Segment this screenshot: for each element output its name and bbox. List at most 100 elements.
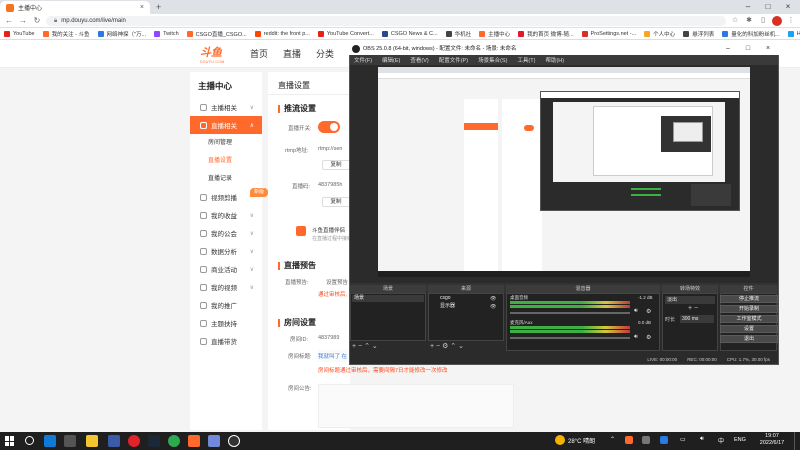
new-tab-button[interactable]: + — [156, 2, 161, 12]
tray-chevron-icon[interactable]: ⌃ — [610, 436, 615, 443]
minimize-icon[interactable]: – — [738, 1, 758, 13]
obs-minimize-icon[interactable]: – — [718, 43, 738, 55]
stop-streaming-button[interactable]: 停止推流 — [720, 295, 778, 303]
bookmark-item[interactable]: 网络神探（"万... — [97, 30, 146, 38]
mic-volume-slider[interactable] — [510, 337, 630, 339]
promo-title[interactable]: 斗鱼直播伴侣 — [312, 226, 345, 234]
sidebar-item[interactable]: 我的推广 — [190, 296, 262, 314]
bookmark-item[interactable]: 量化的科加粉丝机... — [722, 30, 780, 38]
bookmark-item[interactable]: YouTube — [4, 30, 35, 37]
forward-icon[interactable]: → — [18, 15, 28, 27]
sidebar-item[interactable]: 商业活动 ∨ — [190, 260, 262, 278]
sidebar-item[interactable]: 数据分析 ∨ — [190, 242, 262, 260]
window-close-icon[interactable]: × — [778, 1, 798, 13]
bookmark-item[interactable]: 我的首页 微博-随... — [518, 30, 574, 38]
edge-icon[interactable] — [44, 435, 56, 447]
copy-code-button[interactable]: 复制 — [322, 197, 350, 207]
network-icon[interactable]: ▭ — [680, 436, 686, 443]
stream-code-value[interactable]: 4837985h — [318, 182, 342, 188]
sidebar-item[interactable]: 我的视频 ∨ — [190, 278, 262, 296]
obs-maximize-icon[interactable]: □ — [738, 43, 758, 55]
file-explorer-icon[interactable] — [86, 435, 98, 447]
visibility-eye-icon-2[interactable]: 👁︎ — [490, 304, 496, 310]
visibility-eye-icon[interactable]: 👁︎ — [490, 296, 496, 302]
weather-text[interactable]: 28°C 晴朗 — [568, 436, 595, 445]
desktop-volume-slider[interactable] — [510, 312, 630, 314]
steam-icon[interactable] — [148, 435, 160, 447]
scene-item[interactable]: 场景 — [352, 295, 424, 302]
live-switch-toggle[interactable] — [318, 121, 340, 133]
show-desktop-button[interactable] — [794, 432, 800, 450]
bookmark-item[interactable]: 主播中心 — [479, 30, 510, 38]
store-icon[interactable] — [108, 435, 120, 447]
ime-icon[interactable]: 中 — [718, 436, 724, 445]
sidepanel-icon[interactable]: ▯ — [758, 15, 768, 27]
star-icon[interactable]: ☆ — [730, 15, 740, 27]
sidebar-subitem[interactable]: 房间管理 — [190, 134, 262, 152]
taskbar-clock[interactable]: 19:07 2022/6/17 — [752, 433, 792, 447]
sidebar-item[interactable]: 直播带货 — [190, 332, 262, 350]
menu-dots-icon[interactable]: ⋮ — [786, 15, 796, 27]
mic-gear-icon[interactable]: ⚙ — [646, 334, 651, 341]
extensions-icon[interactable]: ✱ — [744, 15, 754, 27]
douyu-logo[interactable]: 斗鱼 DOUYU.COM — [200, 44, 230, 64]
bookmark-item[interactable]: 我的关注 - 斗鱼 — [42, 30, 90, 38]
room-notice-textarea[interactable] — [318, 384, 514, 428]
transition-add-icon[interactable]: + − — [688, 305, 698, 312]
bookmark-item[interactable]: 个人中心 — [644, 30, 675, 38]
scene-tools[interactable]: + − ⌃ ⌄ — [352, 342, 378, 350]
sidebar-subitem[interactable]: 直播设置 — [190, 152, 262, 170]
mic-speaker-icon[interactable]: 🔊︎ — [634, 334, 638, 341]
bookmark-item[interactable]: reddit: the front p... — [254, 30, 310, 37]
language-indicator[interactable]: ENG — [734, 437, 746, 443]
reload-icon[interactable]: ↻ — [32, 15, 42, 27]
back-icon[interactable]: ← — [4, 15, 14, 27]
studio-mode-button[interactable]: 工作室模式 — [720, 315, 778, 323]
chat-app-icon[interactable] — [208, 435, 220, 447]
nav-live[interactable]: 直播 — [283, 47, 301, 60]
app-red-icon[interactable] — [128, 435, 140, 447]
sidebar-item[interactable]: 我的收益 ∨ — [190, 206, 262, 224]
source-tools[interactable]: + − ⚙ ⌃ ⌄ — [430, 342, 464, 350]
search-icon[interactable] — [25, 436, 34, 445]
bookmark-item[interactable]: 华机社 — [445, 30, 471, 38]
obs-menu-item[interactable]: 场景集合(S) — [478, 56, 507, 64]
obs-preview-canvas[interactable] — [378, 67, 750, 277]
bookmark-item[interactable]: CSGO News & C... — [381, 30, 438, 37]
duration-input[interactable]: 300 ms — [680, 315, 714, 323]
chrome-icon[interactable] — [168, 435, 180, 447]
obs-menu-item[interactable]: 文件(F) — [354, 56, 372, 64]
sidebar-subitem[interactable]: 直播记录 — [190, 170, 262, 188]
obs-menu-item[interactable]: 配置文件(P) — [439, 56, 468, 64]
sidebar-item[interactable]: 直播相关 ∧ — [190, 116, 262, 134]
task-view-icon[interactable] — [64, 435, 76, 447]
transition-select[interactable]: 淡出 — [665, 296, 715, 304]
preview-value[interactable]: 设置预告 — [326, 278, 348, 286]
bookmark-item[interactable]: Home / Twitter — [787, 30, 800, 37]
windows-start-icon[interactable] — [5, 436, 15, 446]
sidebar-item[interactable]: 主题扶持 — [190, 314, 262, 332]
nav-category[interactable]: 分类 — [316, 47, 334, 60]
obs-menu-item[interactable]: 工具(T) — [517, 56, 535, 64]
tray-app-icon-3[interactable] — [660, 436, 668, 444]
douyu-app-icon[interactable] — [188, 435, 200, 447]
bookmark-item[interactable]: YouTube Convert... — [317, 30, 374, 37]
obs-menu-item[interactable]: 编辑(E) — [382, 56, 400, 64]
obs-close-icon[interactable]: × — [758, 43, 778, 55]
address-bar[interactable]: 🔒︎ mp.douyu.com/live/main — [46, 16, 726, 26]
nav-home[interactable]: 首页 — [250, 47, 268, 60]
profile-avatar[interactable] — [772, 16, 782, 26]
obs-menu-item[interactable]: 帮助(H) — [545, 56, 564, 64]
maximize-icon[interactable]: □ — [758, 1, 778, 13]
bookmark-item[interactable]: Twitch — [154, 30, 179, 37]
rtmp-value[interactable]: rtmp://sen — [318, 146, 342, 152]
obs-taskbar-icon[interactable] — [228, 435, 240, 447]
volume-icon[interactable]: 🔊︎ — [700, 436, 704, 443]
desktop-speaker-icon[interactable]: 🔊︎ — [634, 308, 638, 315]
obs-menu-item[interactable]: 查看(V) — [410, 56, 428, 64]
settings-button[interactable]: 设置 — [720, 325, 778, 333]
start-recording-button[interactable]: 开始录制 — [720, 305, 778, 313]
close-tab-icon[interactable]: × — [140, 4, 144, 11]
tray-app-icon-1[interactable] — [625, 436, 633, 444]
bookmark-item[interactable]: 悬浮列表 — [683, 30, 714, 38]
